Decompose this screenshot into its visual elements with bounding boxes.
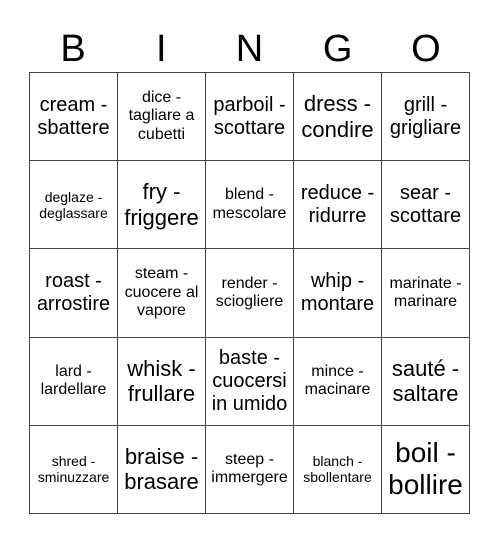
bingo-cell[interactable]: render - sciogliere (206, 249, 294, 338)
bingo-cell-text: whip - montare (300, 269, 375, 315)
header-letter-n: N (235, 28, 264, 70)
bingo-cell-text: blend - mescolare (212, 186, 287, 222)
bingo-cell[interactable]: marinate - marinare (382, 249, 470, 338)
bingo-cell-text: reduce - ridurre (300, 181, 375, 227)
bingo-cell[interactable]: roast - arrostire (30, 249, 118, 338)
bingo-cell-text: baste - cuocersi in umido (211, 346, 288, 415)
bingo-cell-text: dress - condire (301, 91, 374, 142)
bingo-cell[interactable]: parboil - scottare (206, 73, 294, 162)
header-letter-b: B (60, 28, 86, 70)
bingo-cell-text: lard - lardellare (40, 362, 107, 399)
bingo-cell[interactable]: boil - bollire (382, 425, 470, 514)
bingo-cell[interactable]: baste - cuocersi in umido (206, 337, 294, 426)
bingo-cell-text: mince - macinare (304, 362, 371, 399)
bingo-cell-text: blanch - sbollentare (303, 453, 372, 486)
bingo-cell-text: steep - immergere (211, 451, 288, 487)
bingo-cell[interactable]: blend - mescolare (206, 161, 294, 250)
bingo-cell-text: roast - arrostire (36, 269, 111, 315)
bingo-cell[interactable]: whip - montare (294, 249, 382, 338)
bingo-cell[interactable]: dress - condire (294, 73, 382, 162)
bingo-cell[interactable]: mince - macinare (294, 337, 382, 426)
bingo-cell[interactable]: fry - friggere (118, 161, 206, 250)
bingo-card-grid: cream - sbattere dice - tagliare a cubett… (29, 72, 470, 514)
header-letter-o: O (411, 28, 441, 70)
bingo-cell-text: parboil - scottare (213, 93, 286, 139)
bingo-cell-text: boil - bollire (388, 437, 463, 501)
bingo-cell[interactable]: dice - tagliare a cubetti (118, 73, 206, 162)
header-letter-i: I (156, 28, 167, 70)
bingo-cell[interactable]: lard - lardellare (30, 337, 118, 426)
bingo-cell[interactable]: cream - sbattere (30, 73, 118, 162)
bingo-cell[interactable]: braise - brasare (118, 425, 206, 514)
bingo-cell[interactable]: whisk - frullare (118, 337, 206, 426)
bingo-cell-text: fry - friggere (124, 179, 199, 230)
bingo-cell[interactable]: reduce - ridurre (294, 161, 382, 250)
header-letter-g: G (322, 28, 353, 70)
bingo-cell-text: cream - sbattere (37, 93, 110, 139)
bingo-cell[interactable]: shred - sminuzzare (30, 425, 118, 514)
bingo-cell-text: deglaze - deglassare (39, 188, 108, 221)
bingo-cell[interactable]: deglaze - deglassare (30, 161, 118, 250)
bingo-cell-text: braise - brasare (124, 444, 199, 495)
bingo-header: B I N G O (29, 26, 470, 72)
bingo-cell[interactable]: blanch - sbollentare (294, 425, 382, 514)
bingo-cell-text: marinate - marinare (389, 274, 462, 310)
bingo-cell-text: sear - scottare (389, 181, 462, 227)
bingo-cell[interactable]: steep - immergere (206, 425, 294, 514)
bingo-cell-text: dice - tagliare a cubetti (128, 89, 195, 143)
bingo-cell[interactable]: grill - grigliare (382, 73, 470, 162)
bingo-cell-text: whisk - frullare (127, 355, 196, 407)
bingo-cell-text: render - sciogliere (215, 274, 284, 310)
bingo-cell[interactable]: sauté - saltare (382, 337, 470, 426)
bingo-cell-text: grill - grigliare (389, 93, 462, 139)
bingo-cell[interactable]: steam - cuocere al vapore (118, 249, 206, 338)
bingo-cell[interactable]: sear - scottare (382, 161, 470, 250)
bingo-cell-text: shred - sminuzzare (37, 453, 110, 486)
bingo-cell-text: steam - cuocere al vapore (124, 265, 199, 320)
bingo-cell-text: sauté - saltare (391, 355, 460, 407)
